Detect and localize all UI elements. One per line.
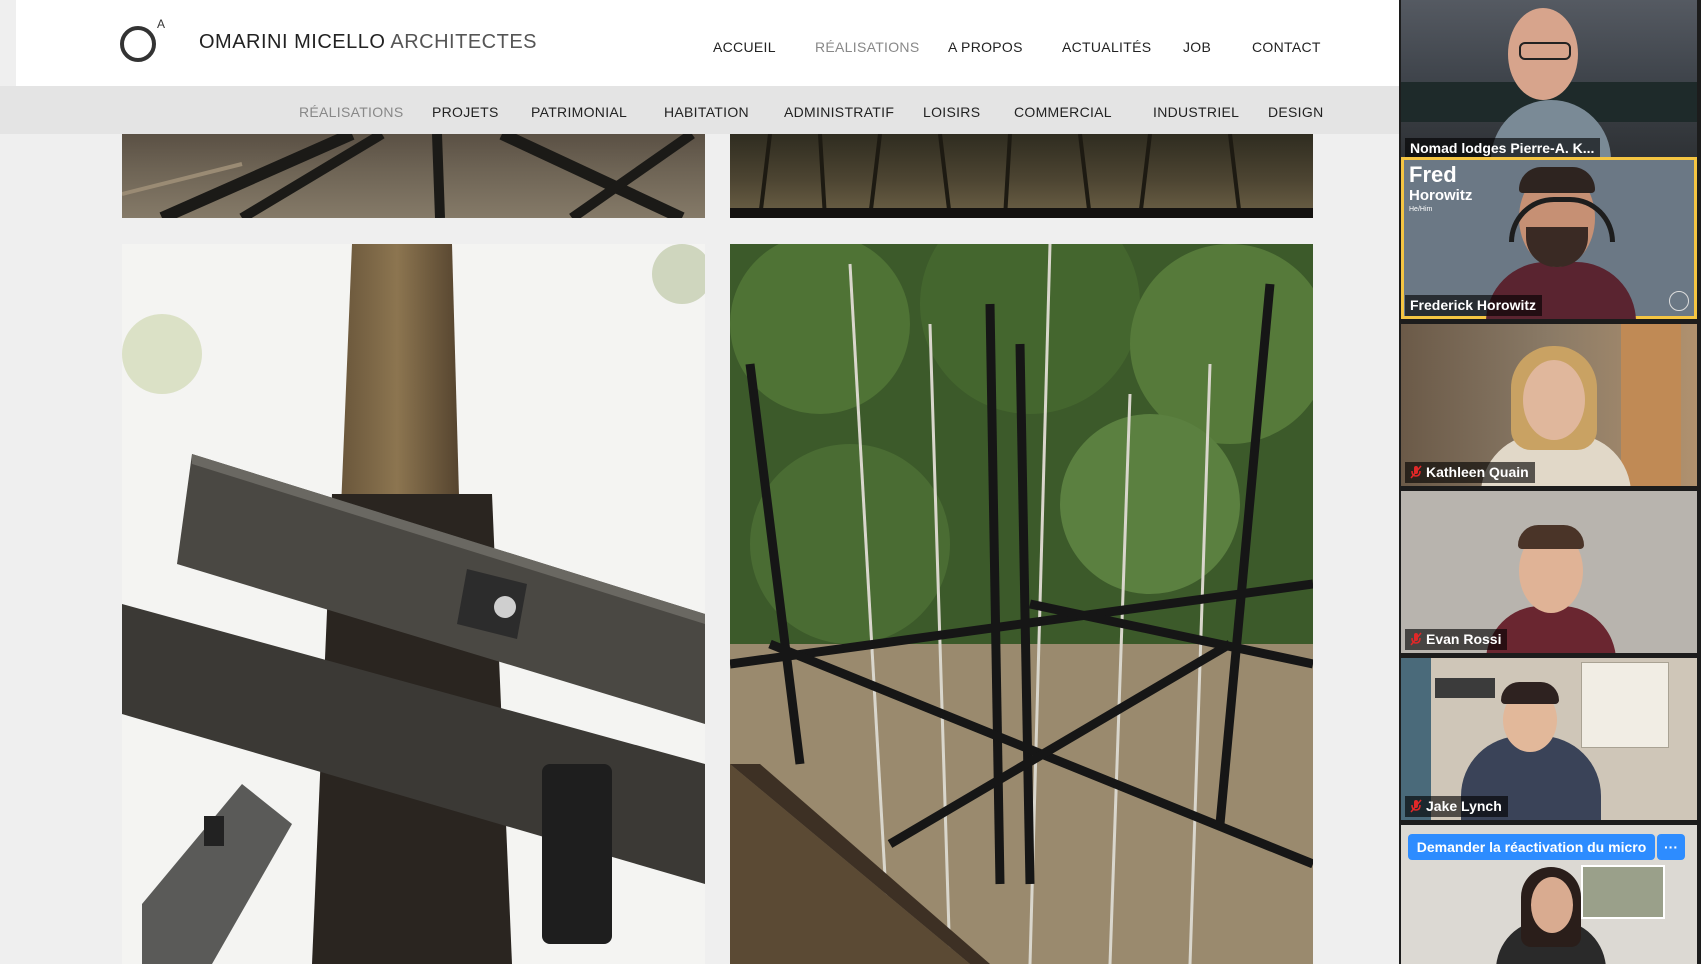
- shelf: [1435, 678, 1495, 698]
- nav-realisations[interactable]: RÉALISATIONS: [815, 39, 919, 55]
- glasses-icon: [1519, 42, 1571, 60]
- participant-name-tag: Jake Lynch: [1405, 796, 1508, 817]
- participant-name: Evan Rossi: [1426, 631, 1502, 647]
- participant-name: Kathleen Quain: [1426, 464, 1529, 480]
- participant-tile-frederick[interactable]: Fred Horowitz He/Him Frederick Horowitz: [1401, 157, 1697, 319]
- wall-picture: [1581, 865, 1665, 919]
- subnav-design[interactable]: DESIGN: [1268, 104, 1323, 120]
- participant-name-tag: Nomad lodges Pierre-A. K...: [1405, 138, 1601, 159]
- participant-face: [1531, 877, 1573, 933]
- name-overlay: Fred Horowitz He/Him: [1409, 163, 1472, 214]
- logo-superscript: A: [157, 17, 165, 31]
- participant-tile-kathleen[interactable]: Kathleen Quain: [1401, 324, 1697, 486]
- gallery-photo-steel-frame-forest[interactable]: [730, 244, 1313, 964]
- gallery-photo-palm-joint[interactable]: [122, 244, 705, 964]
- subnav-loisirs[interactable]: LOISIRS: [923, 104, 980, 120]
- overlay-first-name: Fred: [1409, 162, 1457, 187]
- subnav-industriel[interactable]: INDUSTRIEL: [1153, 104, 1239, 120]
- hair: [1501, 682, 1559, 704]
- request-unmute-button[interactable]: Demander la réactivation du micro: [1408, 834, 1655, 860]
- mic-muted-icon: [1410, 465, 1422, 479]
- participant-name: Jake Lynch: [1426, 798, 1502, 814]
- participant-name-tag: Evan Rossi: [1405, 629, 1508, 650]
- gallery-photo-burnt-frame[interactable]: [122, 134, 705, 218]
- more-options-button[interactable]: ···: [1657, 834, 1685, 860]
- site-header: A OMARINI MICELLO ARCHITECTES ACCUEIL RÉ…: [16, 0, 1399, 86]
- participant-name: Frederick Horowitz: [1410, 297, 1537, 313]
- nav-job[interactable]: JOB: [1183, 39, 1211, 55]
- subnav-projets[interactable]: PROJETS: [432, 104, 499, 120]
- doorway-background: [1621, 324, 1681, 486]
- nav-accueil[interactable]: ACCUEIL: [713, 39, 776, 55]
- nav-contact[interactable]: CONTACT: [1252, 39, 1321, 55]
- category-nav: RÉALISATIONS PROJETS PATRIMONIAL HABITAT…: [0, 86, 1399, 134]
- nav-actualites[interactable]: ACTUALITÉS: [1062, 39, 1151, 55]
- participant-name-tag: Kathleen Quain: [1405, 462, 1535, 483]
- nav-a-propos[interactable]: A PROPOS: [948, 39, 1023, 55]
- participant-face: [1523, 360, 1585, 440]
- wall-poster: [1581, 662, 1669, 748]
- overlay-last-name: Horowitz: [1409, 187, 1473, 204]
- participant-name-tag: Frederick Horowitz: [1405, 295, 1543, 316]
- seal-icon: [1669, 291, 1689, 311]
- video-call-panel: Nomad lodges Pierre-A. K... Fred Horowit…: [1399, 0, 1701, 964]
- participant-tile-pierre[interactable]: Nomad lodges Pierre-A. K...: [1401, 0, 1697, 162]
- mic-muted-icon: [1410, 632, 1422, 646]
- gallery-photo-forest-edge[interactable]: [730, 134, 1313, 218]
- subnav-administratif[interactable]: ADMINISTRATIF: [784, 104, 894, 120]
- subnav-commercial[interactable]: COMMERCIAL: [1014, 104, 1112, 120]
- participant-name: Nomad lodges Pierre-A. K...: [1410, 140, 1595, 156]
- mic-muted-icon: [1410, 799, 1422, 813]
- website-view: A OMARINI MICELLO ARCHITECTES ACCUEIL RÉ…: [0, 0, 1399, 964]
- main-nav: ACCUEIL RÉALISATIONS A PROPOS ACTUALITÉS…: [16, 39, 1336, 59]
- hair: [1519, 167, 1595, 193]
- participant-tile-evan[interactable]: Evan Rossi: [1401, 491, 1697, 653]
- overlay-pronouns: He/Him: [1409, 206, 1433, 213]
- participant-tile-jake[interactable]: Jake Lynch: [1401, 658, 1697, 820]
- beard: [1526, 227, 1588, 267]
- subnav-patrimonial[interactable]: PATRIMONIAL: [531, 104, 627, 120]
- subnav-habitation[interactable]: HABITATION: [664, 104, 749, 120]
- hair: [1518, 525, 1584, 549]
- subnav-realisations[interactable]: RÉALISATIONS: [299, 104, 403, 120]
